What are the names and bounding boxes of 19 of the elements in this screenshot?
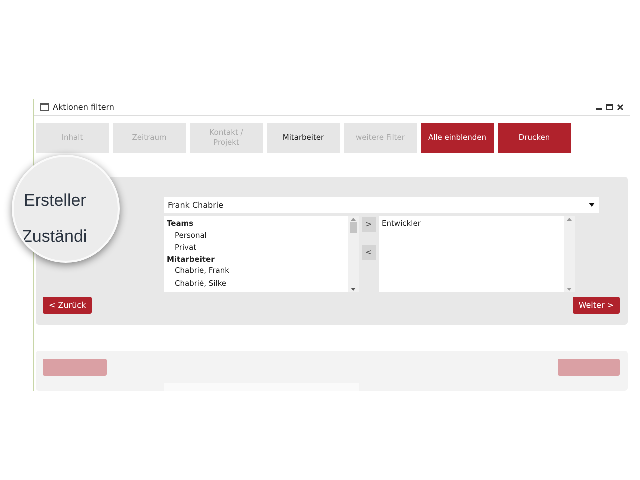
button-reflection — [43, 359, 107, 376]
dropdown-arrow-icon — [589, 203, 595, 207]
scroll-up-icon[interactable] — [567, 218, 572, 221]
button-reflection — [558, 359, 620, 376]
maximize-icon[interactable] — [606, 104, 613, 110]
window-title: Aktionen filtern — [53, 102, 115, 112]
scrollbar[interactable] — [564, 216, 575, 292]
magnified-label: Ersteller — [24, 191, 86, 211]
next-button[interactable]: Weiter > — [572, 297, 620, 314]
scroll-down-icon[interactable] — [351, 288, 356, 291]
scrollbar[interactable] — [348, 216, 359, 292]
back-button[interactable]: < Zurück — [43, 297, 92, 314]
move-button[interactable]: < — [362, 245, 376, 260]
close-icon[interactable] — [617, 104, 624, 110]
move-button[interactable]: > — [362, 217, 376, 232]
scrollbar-thumb[interactable] — [350, 222, 357, 233]
magnified-label: Zuständi — [22, 227, 88, 247]
window-icon — [40, 103, 49, 111]
dropdown-field[interactable]: Frank Chabrie — [164, 197, 599, 213]
